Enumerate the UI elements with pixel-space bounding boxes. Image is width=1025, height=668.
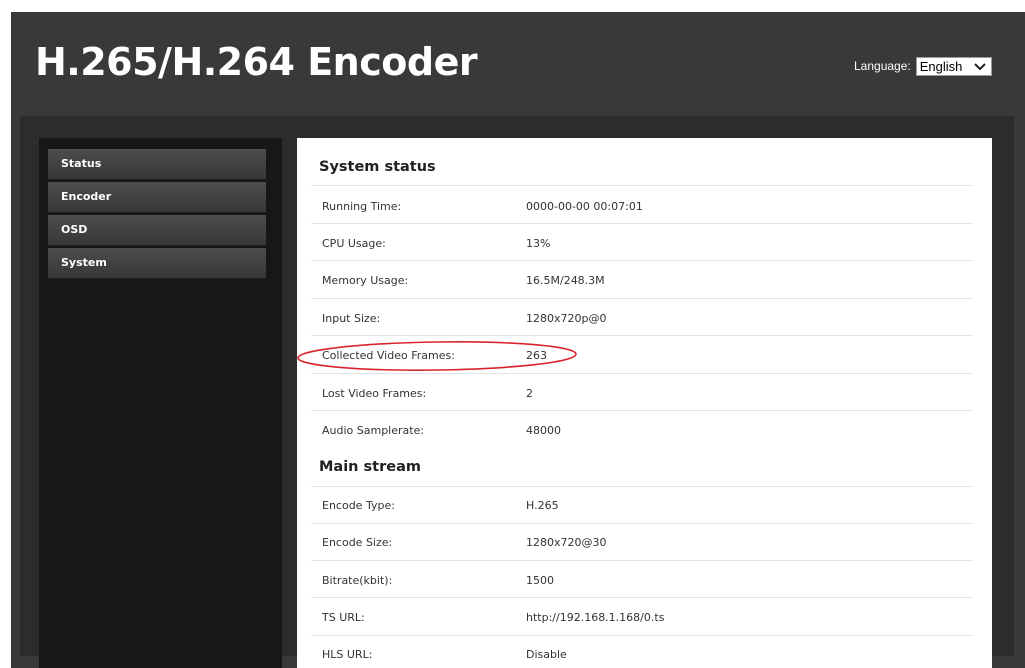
language-switcher: Language: English [854, 56, 992, 76]
encode-size-value: 1280x720@30 [526, 536, 607, 549]
collected-video-frames-label: Collected Video Frames: [322, 349, 455, 362]
bitrate-value: 1500 [526, 574, 554, 587]
lost-video-frames-label: Lost Video Frames: [322, 387, 427, 400]
divider [311, 486, 973, 487]
hls-url-value: Disable [526, 648, 567, 661]
bitrate-label: Bitrate(kbit): [322, 574, 393, 587]
chevron-down-icon [974, 62, 986, 70]
system-status-title: System status [319, 159, 436, 175]
cpu-usage-label: CPU Usage: [322, 237, 386, 250]
audio-samplerate-value: 48000 [526, 424, 561, 437]
collected-video-frames-value: 263 [526, 349, 547, 362]
status-content: System status Running Time: 0000-00-00 0… [297, 138, 992, 668]
divider [311, 635, 973, 636]
divider [311, 597, 973, 598]
memory-usage-label: Memory Usage: [322, 274, 409, 287]
language-select[interactable]: English [915, 56, 992, 76]
hls-url-label: HLS URL: [322, 648, 373, 661]
lost-video-frames-value: 2 [526, 387, 533, 400]
divider [311, 335, 973, 336]
divider [311, 223, 973, 224]
encode-size-label: Encode Size: [322, 536, 393, 549]
memory-usage-value: 16.5M/248.3M [526, 274, 605, 287]
running-time-value: 0000-00-00 00:07:01 [526, 200, 643, 213]
sidebar-item-status[interactable]: Status [48, 149, 266, 180]
app-title: H.265/H.264 Encoder [35, 40, 478, 84]
ts-url-value: http://192.168.1.168/0.ts [526, 611, 665, 624]
divider [311, 185, 973, 186]
encode-type-label: Encode Type: [322, 499, 395, 512]
cpu-usage-value: 13% [526, 237, 551, 250]
divider [311, 410, 973, 411]
sidebar-item-encoder[interactable]: Encoder [48, 182, 266, 213]
language-label: Language: [854, 59, 911, 73]
sidebar-item-system[interactable]: System [48, 248, 266, 279]
language-select-value: English [919, 58, 963, 74]
divider [311, 373, 973, 374]
divider [311, 560, 973, 561]
input-size-label: Input Size: [322, 312, 381, 325]
input-size-value: 1280x720p@0 [526, 312, 607, 325]
sidebar-item-osd[interactable]: OSD [48, 215, 266, 246]
main-stream-title: Main stream [319, 459, 421, 475]
divider [311, 523, 973, 524]
encode-type-value: H.265 [526, 499, 559, 512]
divider [311, 298, 973, 299]
running-time-label: Running Time: [322, 200, 402, 213]
divider [311, 260, 973, 261]
sidebar: Status Encoder OSD System [39, 138, 282, 668]
ts-url-label: TS URL: [322, 611, 365, 624]
audio-samplerate-label: Audio Samplerate: [322, 424, 425, 437]
